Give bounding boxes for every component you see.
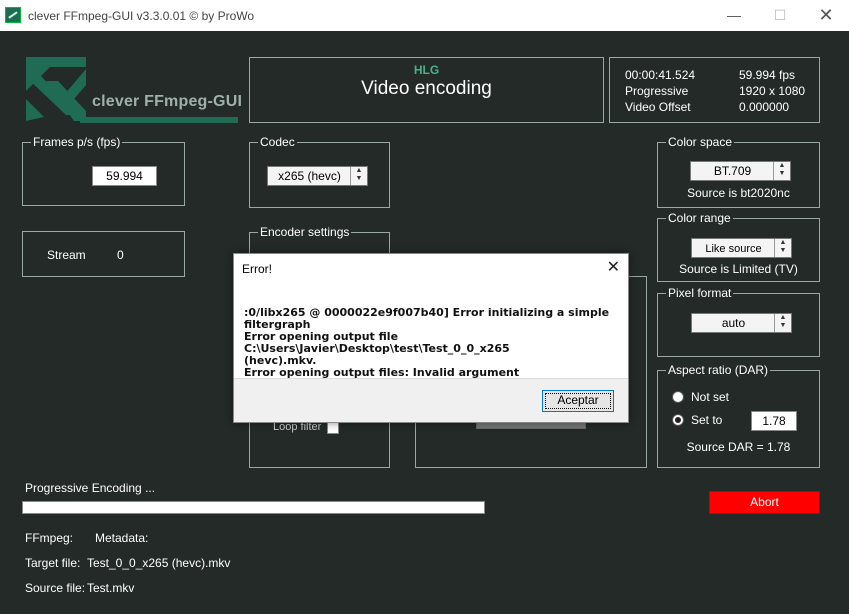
progress-bar <box>22 501 485 514</box>
color-space-title: Color space <box>666 135 735 149</box>
dialog-message: :0/libx265 @ 0000022e9f007b40] Error ini… <box>244 307 620 379</box>
pixel-format-select[interactable]: auto ▲ ▼ <box>691 313 792 333</box>
codec-panel: Codec x265 (hevc) ▲ ▼ <box>249 135 390 208</box>
minimize-button[interactable]: — <box>711 0 757 31</box>
video-info-panel: 00:00:41.524 59.994 fps Progressive 1920… <box>609 57 820 123</box>
spin-arrows-icon[interactable]: ▲ ▼ <box>773 162 790 180</box>
color-range-panel: Color range Like source ▲ ▼ Source is Lim… <box>657 211 820 282</box>
logo-mark-icon <box>26 57 238 123</box>
not-set-radio[interactable] <box>672 391 684 403</box>
target-file-label: Target file: <box>25 556 81 570</box>
source-file-value: Test.mkv <box>87 581 135 595</box>
close-button[interactable]: ✕ <box>803 0 849 31</box>
ffmpeg-label: FFmpeg: <box>25 531 74 545</box>
app-logo: clever FFmpeg-GUI <box>24 55 244 125</box>
fps-input[interactable]: 59.994 <box>92 166 157 186</box>
header-panel: HLG Video encoding <box>249 57 604 123</box>
progress-label: Progressive Encoding ... <box>25 481 156 495</box>
window-title: clever FFmpeg-GUI v3.3.0.01 © by ProWo <box>28 9 255 23</box>
aspect-ratio-input[interactable]: 1.78 <box>751 411 797 431</box>
title-bar: clever FFmpeg-GUI v3.3.0.01 © by ProWo —… <box>0 0 849 31</box>
fps-info: 59.994 fps <box>739 68 796 82</box>
loop-filter-checkbox[interactable] <box>327 422 339 434</box>
video-offset-label: Video Offset <box>625 100 691 114</box>
source-file-label: Source file: <box>25 581 86 595</box>
dialog-line-2: Error opening output file C:\Users\Javie… <box>244 330 510 355</box>
pixel-format-title: Pixel format <box>666 286 734 300</box>
target-file-value: Test_0_0_x265 (hevc).mkv <box>87 556 231 570</box>
color-range-source: Source is Limited (TV) <box>679 262 798 276</box>
metadata-label: Metadata: <box>95 531 149 545</box>
dialog-footer: Aceptar <box>234 378 628 422</box>
hlg-label: HLG <box>413 63 440 77</box>
video-offset-value: 0.000000 <box>739 100 790 114</box>
source-dar: Source DAR = 1.78 <box>686 440 791 454</box>
color-range-title: Color range <box>666 211 733 225</box>
aspect-ratio-panel: Aspect ratio (DAR) Not set Set to 1.78 S… <box>657 363 820 468</box>
color-space-panel: Color space BT.709 ▲ ▼ Source is bt2020nc <box>657 135 820 208</box>
dialog-title: Error! <box>242 262 272 276</box>
color-space-source: Source is bt2020nc <box>687 186 790 200</box>
stream-label: Stream <box>47 248 86 262</box>
dialog-close-icon[interactable]: ✕ <box>607 257 620 277</box>
fps-panel-title: Frames p/s (fps) <box>31 135 123 149</box>
codec-panel-title: Codec <box>258 135 297 149</box>
app-icon <box>5 7 21 23</box>
page-title: Video encoding <box>361 78 492 99</box>
spin-arrows-icon[interactable]: ▲ ▼ <box>774 239 791 257</box>
codec-value: x265 (hevc) <box>278 169 341 183</box>
color-range-select[interactable]: Like source ▲ ▼ <box>691 238 792 258</box>
codec-select[interactable]: x265 (hevc) ▲ ▼ <box>267 166 368 186</box>
scan-type: Progressive <box>625 84 689 98</box>
not-set-label: Not set <box>691 390 730 404</box>
stream-value: 0 <box>117 248 124 262</box>
aspect-ratio-title: Aspect ratio (DAR) <box>666 363 771 377</box>
maximize-button[interactable]: ☐ <box>757 0 803 31</box>
set-to-radio[interactable] <box>672 414 684 426</box>
encoder-settings-title: Encoder settings <box>258 225 352 239</box>
color-space-select[interactable]: BT.709 ▲ ▼ <box>690 161 791 181</box>
duration: 00:00:41.524 <box>625 68 696 82</box>
logo-text: clever FFmpeg-GUI <box>92 93 243 110</box>
stream-panel: Stream 0 <box>22 231 185 277</box>
abort-button[interactable]: Abort <box>709 491 820 514</box>
resolution: 1920 x 1080 <box>739 84 806 98</box>
color-range-value: Like source <box>705 243 762 255</box>
accept-button[interactable]: Aceptar <box>542 390 614 412</box>
pixel-format-value: auto <box>721 316 746 330</box>
fps-panel: Frames p/s (fps) 59.994 <box>22 135 185 206</box>
pixel-format-panel: Pixel format auto ▲ ▼ <box>657 286 820 357</box>
dialog-line-1: :0/libx265 @ 0000022e9f007b40] Error ini… <box>244 306 610 331</box>
set-to-label: Set to <box>691 413 723 427</box>
spin-arrows-icon[interactable]: ▲ ▼ <box>350 167 367 185</box>
error-dialog: Error! ✕ :0/libx265 @ 0000022e9f007b40] … <box>233 253 629 423</box>
spin-arrows-icon[interactable]: ▲ ▼ <box>774 314 791 332</box>
color-space-value: BT.709 <box>713 164 752 178</box>
